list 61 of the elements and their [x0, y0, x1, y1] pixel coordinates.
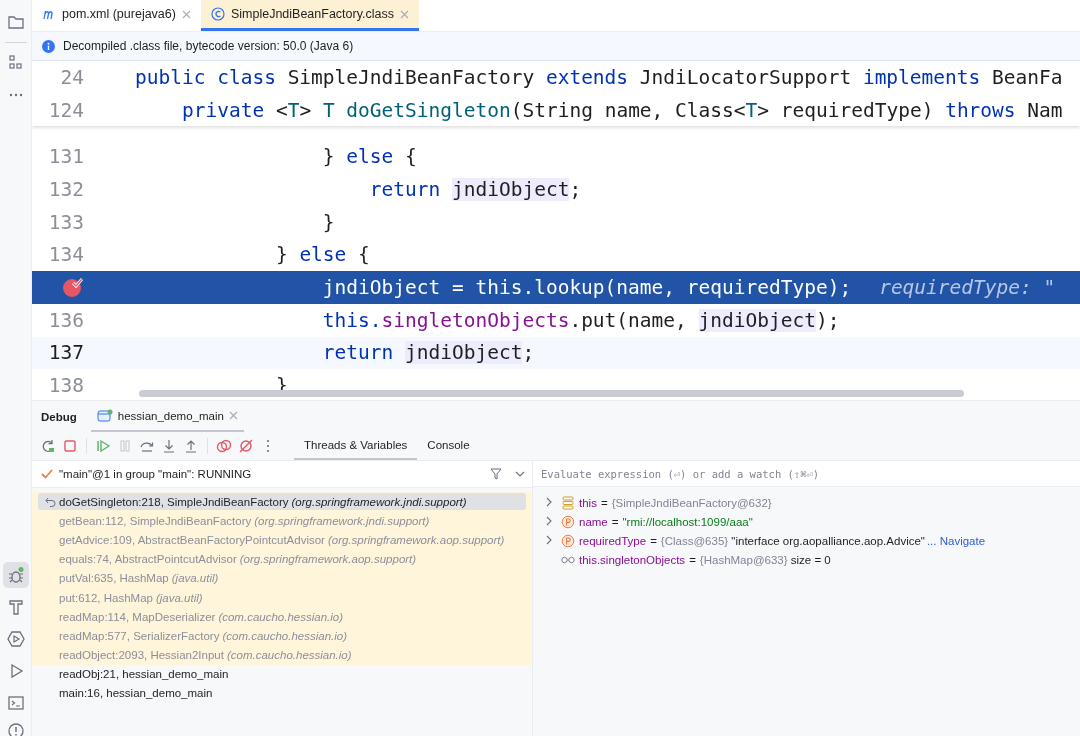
expand-chevron-icon[interactable]: [545, 515, 553, 526]
mute-breakpoints-icon[interactable]: [238, 438, 254, 454]
variable-entry: this.singletonObjects = {HashMap@633} size = 0: [579, 554, 831, 567]
inline-value-hint: requiredType: ": [879, 275, 1056, 299]
variable-entry: name = "rmi://localhost:1099/aaa": [579, 515, 753, 528]
line-number: 133: [48, 210, 84, 234]
class-icon: [210, 6, 225, 22]
scrollbar[interactable]: [139, 390, 964, 397]
session-tab[interactable]: hessian_demo_main: [90, 401, 244, 432]
breakpoints-icon[interactable]: [216, 438, 232, 454]
line-number: 138: [48, 374, 84, 398]
evaluate-field[interactable]: Evaluate expression (⏎) or add a watch (⇧⌘⏎): [533, 461, 1080, 487]
code-line: this.singletonObjects.put(name, jndiObject);: [321, 308, 840, 332]
close-icon[interactable]: [228, 411, 238, 420]
view-tab[interactable]: Console: [417, 432, 480, 460]
variable-entry: requiredType = {Class@635} "interface org.aopalliance.aop.Advice": [579, 534, 925, 547]
line-number: 124: [48, 98, 84, 122]
folder-icon[interactable]: [6, 13, 25, 31]
stack-frame[interactable]: readObj:21, hessian_demo_main: [32, 664, 532, 684]
navigate-link[interactable]: ... Navigate: [926, 534, 986, 547]
line-number: 136: [48, 308, 84, 332]
line-number: 132: [48, 177, 84, 201]
step-into-icon[interactable]: [161, 438, 177, 454]
code-line: }: [321, 210, 335, 234]
expand-chevron-icon[interactable]: [545, 496, 553, 507]
stop-icon[interactable]: [62, 438, 78, 454]
editor-tab[interactable]: SimpleJndiBeanFactory.class: [200, 0, 419, 31]
info-icon: [42, 39, 55, 53]
window-icon: [96, 408, 113, 423]
terminal-icon[interactable]: [6, 694, 25, 712]
bug-icon[interactable]: [6, 566, 25, 584]
problems-icon[interactable]: [6, 722, 25, 736]
services-icon[interactable]: [6, 630, 25, 648]
chevron-down-icon[interactable]: [515, 470, 525, 478]
filter-icon[interactable]: [490, 468, 502, 480]
info-banner-text: Decompiled .class file, bytecode version: 50.0 (Java 6): [63, 39, 354, 53]
close-icon[interactable]: [399, 9, 409, 19]
rerun-icon[interactable]: [40, 438, 56, 454]
close-icon[interactable]: [181, 9, 191, 19]
check-icon: [41, 468, 53, 480]
code-line: } else {: [321, 145, 417, 169]
step-out-icon[interactable]: [183, 438, 199, 454]
stack-frame[interactable]: main:16, hessian_demo_main: [32, 683, 532, 704]
expand-chevron-icon[interactable]: [545, 534, 553, 545]
line-number: 131: [48, 145, 84, 169]
variable-entry: this = {SimpleJndiBeanFactory@632}: [579, 496, 772, 509]
structure-icon[interactable]: [6, 54, 25, 72]
code-line: jndiObject = this.lookup(name, requiredType);: [321, 275, 852, 299]
editor-tab[interactable]: pom.xml (purejava6): [32, 0, 201, 31]
code-line: private <T> T doGetSingleton(String name, Class<T> requiredType) throws Nam: [180, 98, 1063, 122]
code-line: } else {: [274, 243, 370, 267]
line-number: 134: [48, 243, 84, 267]
stack-frame[interactable]: doGetSingleton:218, SimpleJndiBeanFactory (org.springframework.jndi.support): [32, 492, 532, 512]
resume-icon[interactable]: [95, 438, 111, 454]
panel-title: Debug: [41, 409, 77, 425]
hammer-icon[interactable]: [6, 598, 25, 616]
line-number: 137: [48, 341, 84, 365]
code-line: public class SimpleJndiBeanFactory extends JndiLocatorSupport implements BeanFa: [135, 65, 1063, 89]
breakpoint-icon[interactable]: [62, 276, 84, 299]
line-number: 24: [60, 65, 84, 89]
return-arrow-icon: [45, 496, 56, 507]
